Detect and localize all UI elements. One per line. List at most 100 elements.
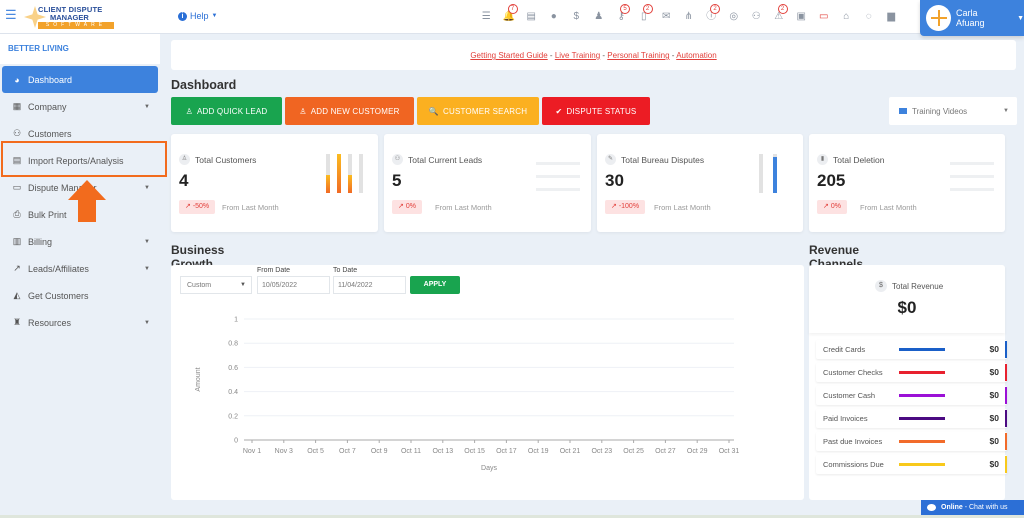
- agent-icon[interactable]: ●: [543, 0, 566, 34]
- invoice-icon[interactable]: ▤: [520, 0, 543, 34]
- document-icon[interactable]: ▯ 2: [633, 0, 656, 34]
- sidebar-item-company[interactable]: ▦ Company ▼: [0, 93, 160, 120]
- stat-icon: ⚇: [392, 154, 403, 165]
- envelope-icon[interactable]: ✉: [655, 0, 678, 34]
- notification-badge: 2: [642, 4, 653, 14]
- placeholder-line: [536, 175, 580, 178]
- placeholder-line: [950, 162, 994, 165]
- sidebar-item-get-customers[interactable]: ◭ Get Customers: [0, 282, 160, 309]
- sidebar-item-label: Company: [28, 101, 67, 112]
- logo[interactable]: CLIENT DISPUTE MANAGER SOFTWARE: [22, 4, 117, 30]
- x-tick-label: Oct 27: [655, 448, 676, 455]
- stat-card-total-deletion: ▮ Total Deletion 205 ↗ 0% From Last Month: [809, 134, 1005, 232]
- dollar-icon[interactable]: $: [565, 0, 588, 34]
- button-label: DISPUTE STATUS: [566, 106, 637, 116]
- avatar: [926, 5, 951, 31]
- channel-label: Credit Cards: [823, 345, 866, 354]
- tasks-icon[interactable]: ☰: [475, 0, 498, 34]
- button-label: ADD NEW CUSTOMER: [310, 106, 400, 116]
- change-value: -100%: [618, 203, 640, 210]
- video-camera-icon: [899, 108, 907, 114]
- sidebar: BETTER LIVING ◕ Dashboard ▦ Company ▼ ⚇ Custom…: [0, 34, 168, 518]
- revenue-panel: $ Total Revenue $0 Credit Cards $0 Custome…: [809, 265, 1007, 500]
- mini-bar: [348, 154, 352, 193]
- add-new-customer-button[interactable]: ♙ ADD NEW CUSTOMER: [285, 97, 414, 125]
- change-value: 0%: [405, 203, 416, 210]
- chat-status: Online: [941, 504, 963, 511]
- chart-line-icon: ↗: [823, 203, 831, 210]
- money-icon-glyph: ▭: [819, 11, 829, 22]
- x-tick-label: Oct 15: [464, 448, 485, 455]
- globe-icon[interactable]: ◎: [723, 0, 746, 34]
- add-quick-lead-button[interactable]: ♙ ADD QUICK LEAD: [171, 97, 282, 125]
- warning-icon[interactable]: ⚠ 2: [768, 0, 791, 34]
- money-icon[interactable]: ▭: [813, 0, 836, 34]
- mini-bar-fill: [773, 157, 777, 193]
- mini-bar: [326, 154, 330, 193]
- comments-icon[interactable]: ◌: [858, 0, 881, 34]
- chart-line-icon: ↗: [185, 203, 193, 210]
- tray-icon[interactable]: ⌂: [835, 0, 858, 34]
- sitemap-icon[interactable]: ⋔: [678, 0, 701, 34]
- chart-line-icon: ↗: [611, 203, 619, 210]
- help-menu[interactable]: i Help ▼: [178, 11, 217, 21]
- logo-line-2: MANAGER: [50, 13, 89, 22]
- sidebar-item-billing[interactable]: ▥ Billing ▼: [0, 228, 160, 255]
- total-revenue-value: $0: [897, 298, 917, 317]
- stat-value: 30: [605, 171, 624, 190]
- change-badge: ↗ -100%: [605, 200, 646, 214]
- user-menu[interactable]: Carla Afuang ▼: [920, 0, 1024, 36]
- y-axis-label: Amount: [195, 367, 202, 391]
- tray-icon-glyph: ⌂: [843, 11, 850, 22]
- customer-search-button[interactable]: 🔍 CUSTOMER SEARCH: [417, 97, 539, 125]
- revenue-channel-row: Customer Checks $0: [816, 363, 1007, 382]
- x-tick-label: Oct 31: [719, 448, 740, 455]
- stat-card-total-customers: ♙ Total Customers 4 ↗ -50% From Last Month: [171, 134, 378, 232]
- copy-icon[interactable]: ▆: [880, 0, 903, 34]
- chat-widget[interactable]: Online - Chat with us: [921, 500, 1024, 515]
- sidebar-item-dashboard[interactable]: ◕ Dashboard: [2, 66, 158, 93]
- button-label: ADD QUICK LEAD: [197, 106, 268, 116]
- channel-edge: [1005, 456, 1007, 473]
- envelope-icon-glyph: ✉: [662, 11, 671, 22]
- stat-value: 4: [179, 171, 189, 190]
- chart-line-icon: ↗: [13, 263, 21, 273]
- user-tie-icon[interactable]: ♟: [588, 0, 611, 34]
- sidebar-item-label: Get Customers: [28, 290, 89, 301]
- inbox-icon-glyph: ▣: [796, 11, 806, 22]
- chart-pie-icon: ◕: [14, 74, 20, 85]
- chevron-down-icon: ▼: [144, 265, 150, 272]
- y-tick-label: 0.6: [228, 365, 238, 372]
- sidebar-item-leads-affiliates[interactable]: ↗ Leads/Affiliates ▼: [0, 255, 160, 282]
- bell-icon[interactable]: 🔔 7: [498, 0, 521, 34]
- stat-icon: ♙: [179, 154, 190, 165]
- resources-icon: ♜: [12, 317, 22, 327]
- users-icon: ⚇: [12, 128, 22, 138]
- link-getting-started-guide[interactable]: Getting Started Guide: [470, 51, 547, 60]
- dispute-status-button[interactable]: ✔ DISPUTE STATUS: [542, 97, 650, 125]
- change-value: -50%: [192, 203, 210, 210]
- notification-badge: 2: [710, 4, 720, 14]
- chevron-down-icon: ▼: [144, 184, 150, 191]
- stat-card-total-current-leads: ⚇ Total Current Leads 5 ↗ 0% From Last Month: [384, 134, 591, 232]
- dollar-icon: $: [875, 280, 887, 292]
- x-tick-label: Nov 1: [243, 448, 261, 455]
- link-live-training[interactable]: Live Training: [555, 51, 600, 60]
- hamburger-menu-icon[interactable]: ☰: [5, 8, 17, 21]
- change-badge: ↗ -50%: [179, 200, 216, 214]
- sidebar-item-resources[interactable]: ♜ Resources ▼: [0, 309, 160, 336]
- stat-card-total-bureau-disputes: ✎ Total Bureau Disputes 30 ↗ -100% From Last…: [597, 134, 803, 232]
- link-automation[interactable]: Automation: [676, 51, 716, 60]
- chevron-down-icon: ▼: [1003, 108, 1009, 114]
- stat-label: Total Deletion: [833, 155, 885, 165]
- inbox-icon[interactable]: ▣: [790, 0, 813, 34]
- placeholder-line: [950, 188, 994, 191]
- x-tick-label: Oct 17: [496, 448, 517, 455]
- users-icon[interactable]: ⚇: [745, 0, 768, 34]
- info-icon[interactable]: ⓘ 2: [700, 0, 723, 34]
- key-icon[interactable]: ⚷ 5: [610, 0, 633, 34]
- training-videos-select[interactable]: Training Videos ▼: [889, 97, 1017, 125]
- x-tick-label: Oct 5: [307, 448, 324, 455]
- link-personal-training[interactable]: Personal Training: [607, 51, 669, 60]
- channel-value: $0: [989, 344, 999, 354]
